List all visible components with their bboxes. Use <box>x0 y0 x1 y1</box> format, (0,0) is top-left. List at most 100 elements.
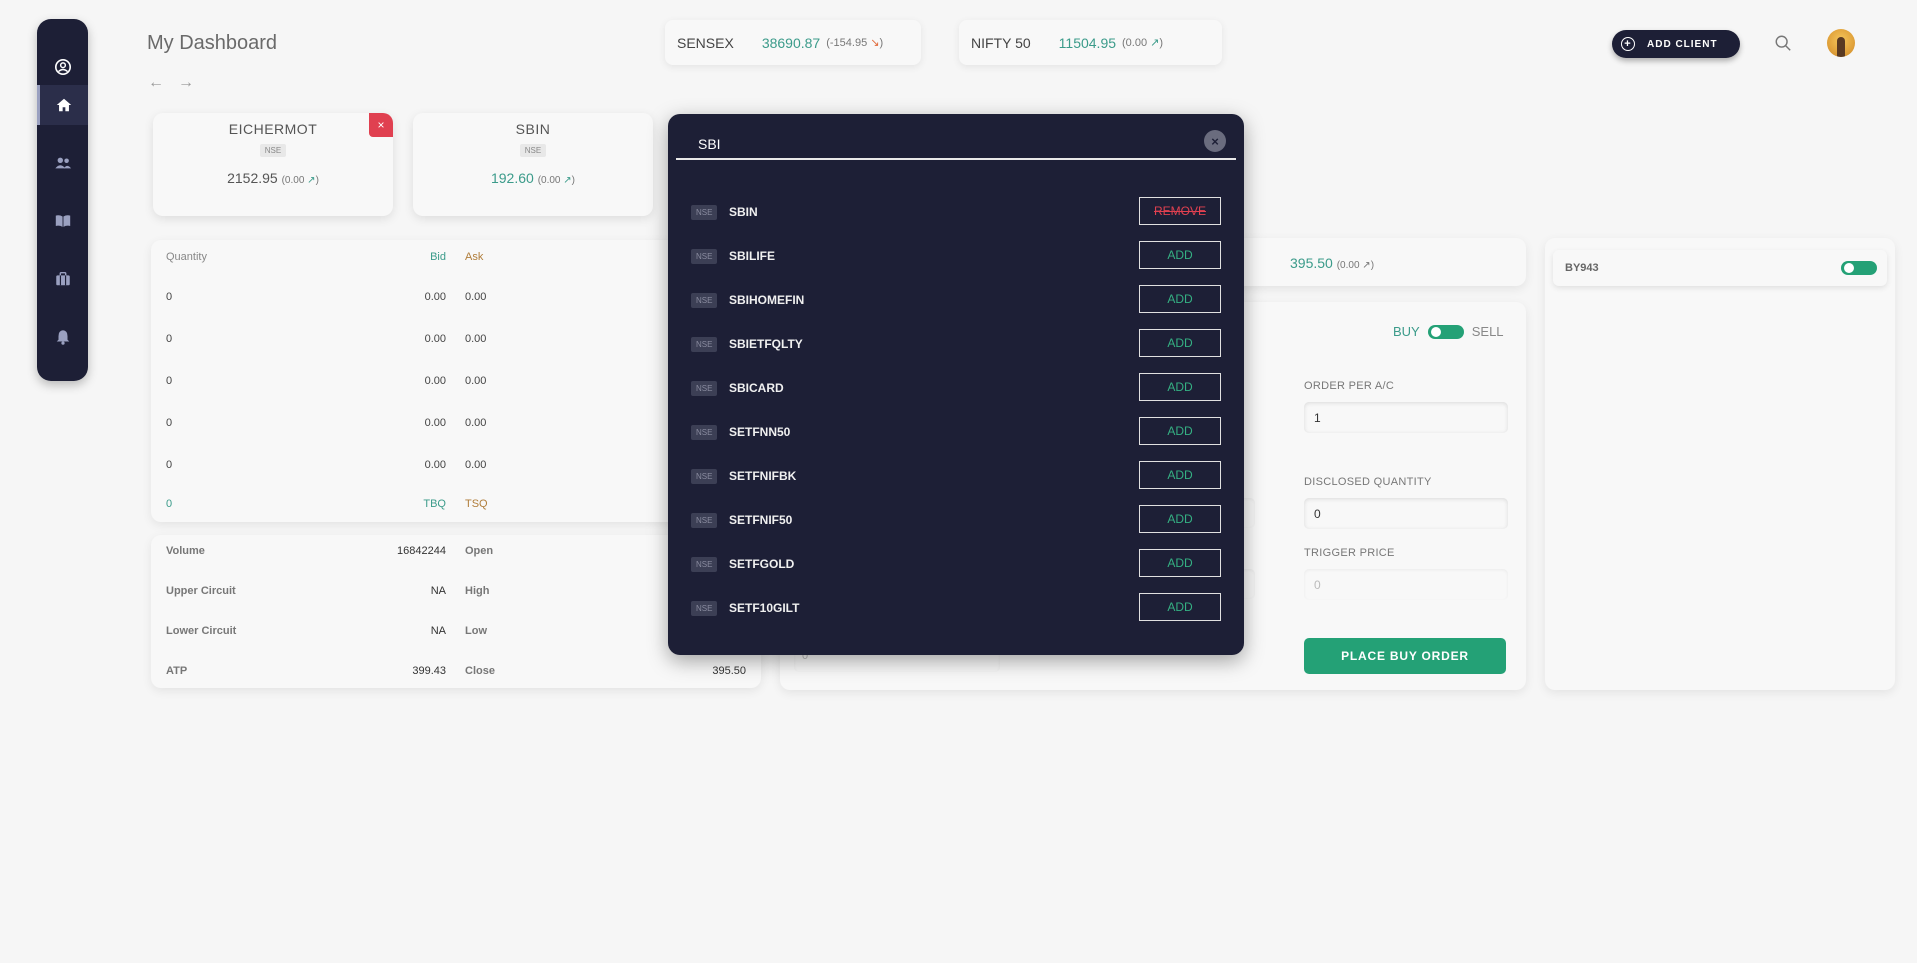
symbol-search-input[interactable]: SBI <box>676 124 1236 160</box>
watch-symbol: SBIN <box>515 121 551 137</box>
add-button[interactable]: ADD <box>1139 285 1221 313</box>
remove-button[interactable]: REMOVE <box>1139 197 1221 225</box>
plus-icon: + <box>1621 37 1635 51</box>
search-result-row: NSE SBILIFE ADD <box>691 241 1221 271</box>
exchange-badge: NSE <box>691 469 718 484</box>
add-button[interactable]: ADD <box>1139 417 1221 445</box>
result-symbol: SBIN <box>729 205 758 219</box>
forward-arrow-icon[interactable]: → <box>178 74 194 92</box>
avatar[interactable] <box>1827 29 1855 57</box>
watch-price: 2152.95 (0.00 ↗) <box>227 170 319 186</box>
exchange-badge: NSE <box>259 144 287 157</box>
search-result-row: NSE SBIHOMEFIN ADD <box>691 285 1221 315</box>
close-icon[interactable]: × <box>1204 130 1226 152</box>
result-symbol: SBIHOMEFIN <box>729 293 805 307</box>
client-row[interactable]: BY943 <box>1553 250 1887 286</box>
exchange-badge: NSE <box>691 513 718 528</box>
exchange-badge: NSE <box>691 205 718 220</box>
trigger-price-label: TRIGGER PRICE <box>1304 547 1395 559</box>
exchange-badge: NSE <box>691 249 718 264</box>
add-button[interactable]: ADD <box>1139 329 1221 357</box>
add-button[interactable]: ADD <box>1139 549 1221 577</box>
exchange-badge: NSE <box>691 601 718 616</box>
client-toggle[interactable] <box>1841 261 1877 275</box>
ticker-name: SENSEX <box>677 34 734 51</box>
sidebar <box>37 19 88 381</box>
home-icon[interactable] <box>37 85 88 125</box>
back-arrow-icon[interactable]: ← <box>148 74 164 92</box>
up-arrow-icon: ↗ <box>1362 260 1371 271</box>
depth-row: 0 0.00 0.00 <box>166 459 487 471</box>
exchange-badge: NSE <box>519 144 547 157</box>
place-buy-order-button[interactable]: PLACE BUY ORDER <box>1304 638 1506 674</box>
add-button[interactable]: ADD <box>1139 241 1221 269</box>
users-icon[interactable] <box>37 143 88 183</box>
client-panel: BY943 <box>1545 238 1895 690</box>
search-result-row: NSE SETF10GILT ADD <box>691 593 1221 623</box>
add-button[interactable]: ADD <box>1139 593 1221 621</box>
result-symbol: SETFNIF50 <box>729 513 793 527</box>
depth-row: 0 0.00 0.00 <box>166 333 487 345</box>
buy-sell-switch[interactable] <box>1427 324 1464 339</box>
order-per-ac-label: ORDER PER A/C <box>1304 380 1395 392</box>
up-arrow-icon: ↗ <box>307 175 316 186</box>
buy-label: BUY <box>1393 324 1420 339</box>
result-symbol: SBILIFE <box>729 249 776 263</box>
search-result-row: NSE SETFNIF50 ADD <box>691 505 1221 535</box>
ticker-change: (-154.95 ↘) <box>826 37 884 49</box>
add-button[interactable]: ADD <box>1139 461 1221 489</box>
book-icon[interactable] <box>37 201 88 241</box>
exchange-badge: NSE <box>691 557 718 572</box>
down-arrow-icon: ↘ <box>870 37 880 49</box>
remove-card-button[interactable]: × <box>369 113 393 137</box>
history-nav: ← → <box>148 74 194 92</box>
stat-row: Lower Circuit NA Low <box>166 625 487 637</box>
search-result-row: NSE SETFNN50 ADD <box>691 417 1221 447</box>
search-result-row: NSE SBIN REMOVE <box>691 197 1221 227</box>
search-result-row: NSE SBICARD ADD <box>691 373 1221 403</box>
add-button[interactable]: ADD <box>1139 505 1221 533</box>
client-id: BY943 <box>1565 262 1599 274</box>
sell-label: SELL <box>1471 324 1504 339</box>
depth-row: 0 0.00 0.00 <box>166 375 487 387</box>
disclosed-qty-input[interactable]: 0 <box>1304 498 1508 529</box>
search-modal: SBI × NSE SBIN REMOVE NSE SBILIFE ADD NSE SBIHO… <box>668 114 1244 655</box>
exchange-badge: NSE <box>691 381 718 396</box>
watch-price: 192.60 (0.00 ↗) <box>490 170 576 186</box>
profile-icon[interactable] <box>37 47 88 87</box>
order-per-ac-input[interactable]: 1 <box>1304 402 1508 433</box>
depth-row: 0 0.00 0.00 <box>166 417 487 429</box>
ticker-name: NIFTY 50 <box>971 34 1031 51</box>
add-button[interactable]: ADD <box>1139 373 1221 401</box>
add-client-button[interactable]: + ADD CLIENT <box>1612 30 1740 58</box>
ticker-nifty: NIFTY 50 11504.95 (0.00 ↗) <box>959 20 1222 65</box>
stat-row: ATP 399.43 Close 395.50 <box>166 665 746 677</box>
watch-card-sbin[interactable]: SBIN NSE 192.60 (0.00 ↗) <box>413 113 653 216</box>
result-symbol: SETF10GILT <box>729 601 800 615</box>
ticker-change: (0.00 ↗) <box>1122 37 1164 49</box>
watch-card-eichermot[interactable]: EICHERMOT NSE 2152.95 (0.00 ↗) × <box>153 113 393 216</box>
quote-price: 395.50 (0.00 ↗) <box>1290 255 1375 271</box>
stat-row: Volume 16842244 Open <box>166 545 494 557</box>
buy-sell-toggle[interactable]: BUY SELL <box>1393 324 1504 339</box>
quote-bar: 395.50 (0.00 ↗) <box>1220 238 1526 286</box>
depth-row: 0 0.00 0.00 <box>166 291 487 303</box>
ticker-sensex: SENSEX 38690.87 (-154.95 ↘) <box>665 20 921 65</box>
result-symbol: SETFNN50 <box>729 425 791 439</box>
ticker-value: 38690.87 <box>761 34 821 51</box>
result-symbol: SETFNIFBK <box>729 469 797 483</box>
up-arrow-icon: ↗ <box>563 175 572 186</box>
search-icon[interactable] <box>1774 34 1792 52</box>
depth-header: Quantity Bid Ask <box>166 251 484 263</box>
bell-icon[interactable] <box>37 317 88 357</box>
add-client-label: ADD CLIENT <box>1647 38 1718 50</box>
briefcase-icon[interactable] <box>37 259 88 299</box>
depth-footer: 0 TBQ TSQ <box>166 498 488 510</box>
exchange-badge: NSE <box>691 337 718 352</box>
search-result-row: NSE SBIETFQLTY ADD <box>691 329 1221 359</box>
trigger-price-input[interactable]: 0 <box>1304 569 1508 600</box>
result-symbol: SBIETFQLTY <box>729 337 803 351</box>
result-symbol: SBICARD <box>729 381 784 395</box>
ticker-value: 11504.95 <box>1058 34 1117 51</box>
up-arrow-icon: ↗ <box>1150 37 1160 49</box>
